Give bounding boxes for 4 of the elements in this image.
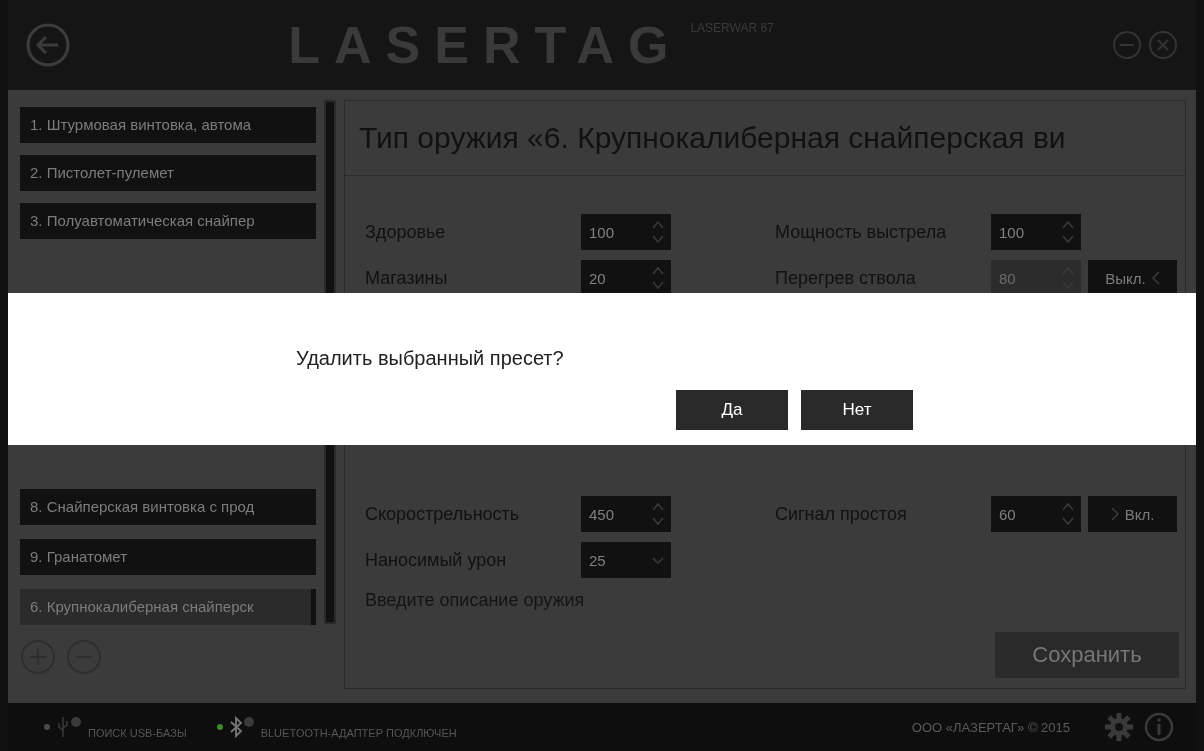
copyright-text: ООО «ЛАЗЕРТАГ» © 2015 xyxy=(911,719,1070,735)
status-label: BLUETOOTH-АДАПТЕР ПОДКЛЮЧЕН xyxy=(260,727,457,739)
status-label: ПОИСК USB-БАЗЫ xyxy=(88,727,187,739)
dialog-message: Удалить выбранный пресет? xyxy=(296,347,564,370)
